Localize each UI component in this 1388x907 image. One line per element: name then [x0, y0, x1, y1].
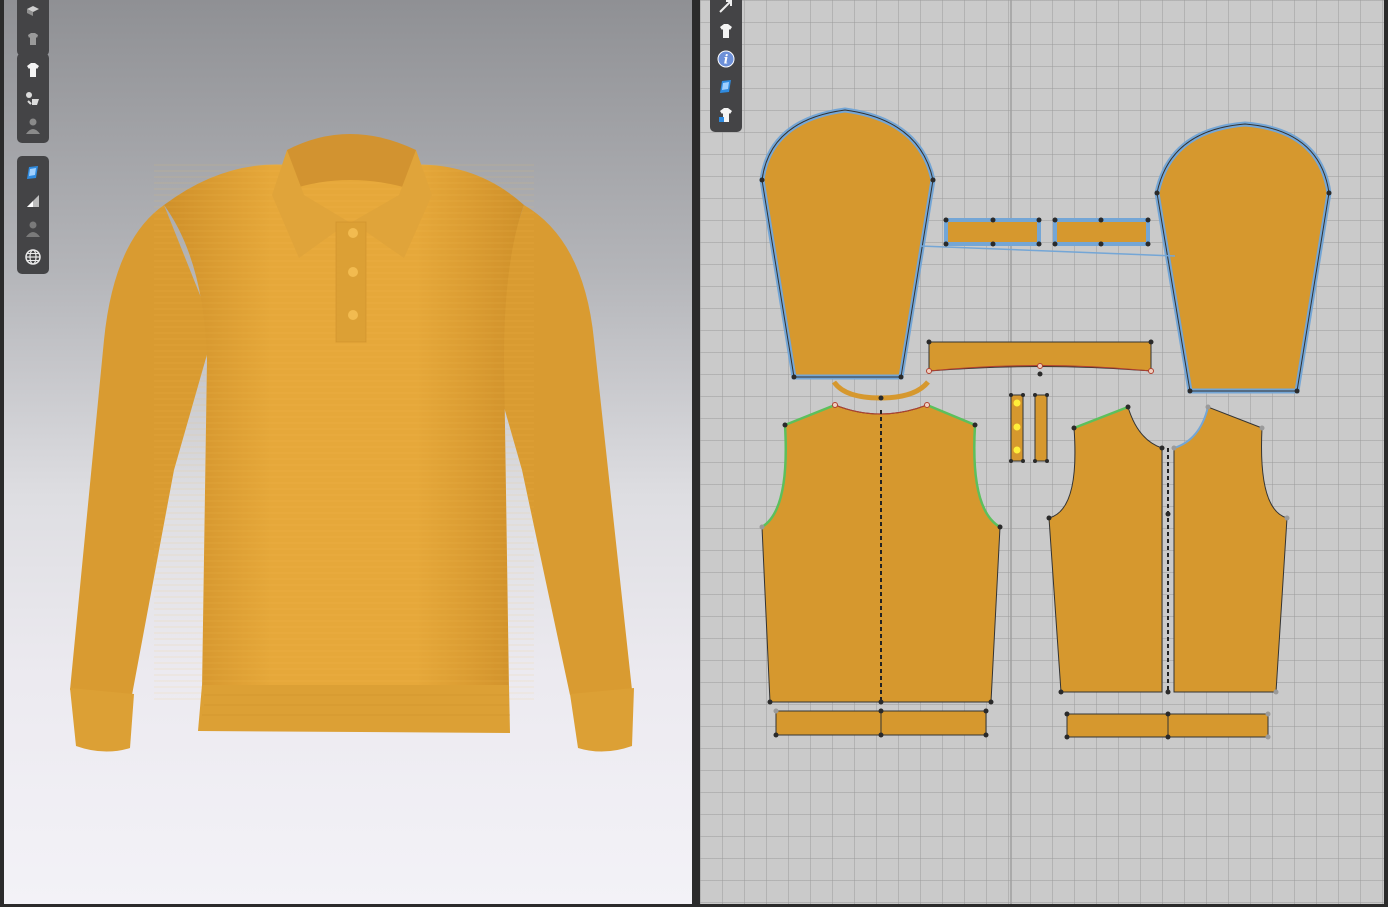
- 3d-polo-garment[interactable]: [4, 0, 692, 904]
- pattern-cuff-left: [944, 218, 1041, 246]
- 2d-pattern-viewport[interactable]: i: [700, 0, 1384, 904]
- button-2: [348, 267, 358, 277]
- pattern-shirt-icon[interactable]: [713, 101, 739, 129]
- pattern-back-left: [1048, 406, 1163, 693]
- button-1: [348, 228, 358, 238]
- left-cuff: [70, 688, 134, 752]
- 2d-toolbar: i: [710, 0, 742, 132]
- button-3: [348, 310, 358, 320]
- pattern-placket-right: [1034, 394, 1048, 462]
- svg-text:i: i: [724, 53, 729, 67]
- 3d-viewport[interactable]: [4, 0, 692, 904]
- placket: [335, 221, 367, 343]
- info-icon[interactable]: i: [713, 45, 739, 73]
- pattern-back-right: [1173, 406, 1288, 693]
- right-cuff: [570, 688, 634, 752]
- hem-band: [198, 685, 510, 733]
- pattern-pieces[interactable]: [700, 0, 1384, 904]
- shirt-icon[interactable]: [713, 17, 739, 45]
- pattern-cuff-right: [1053, 218, 1150, 246]
- arrow-icon[interactable]: [713, 0, 739, 17]
- texture-icon[interactable]: [713, 73, 739, 101]
